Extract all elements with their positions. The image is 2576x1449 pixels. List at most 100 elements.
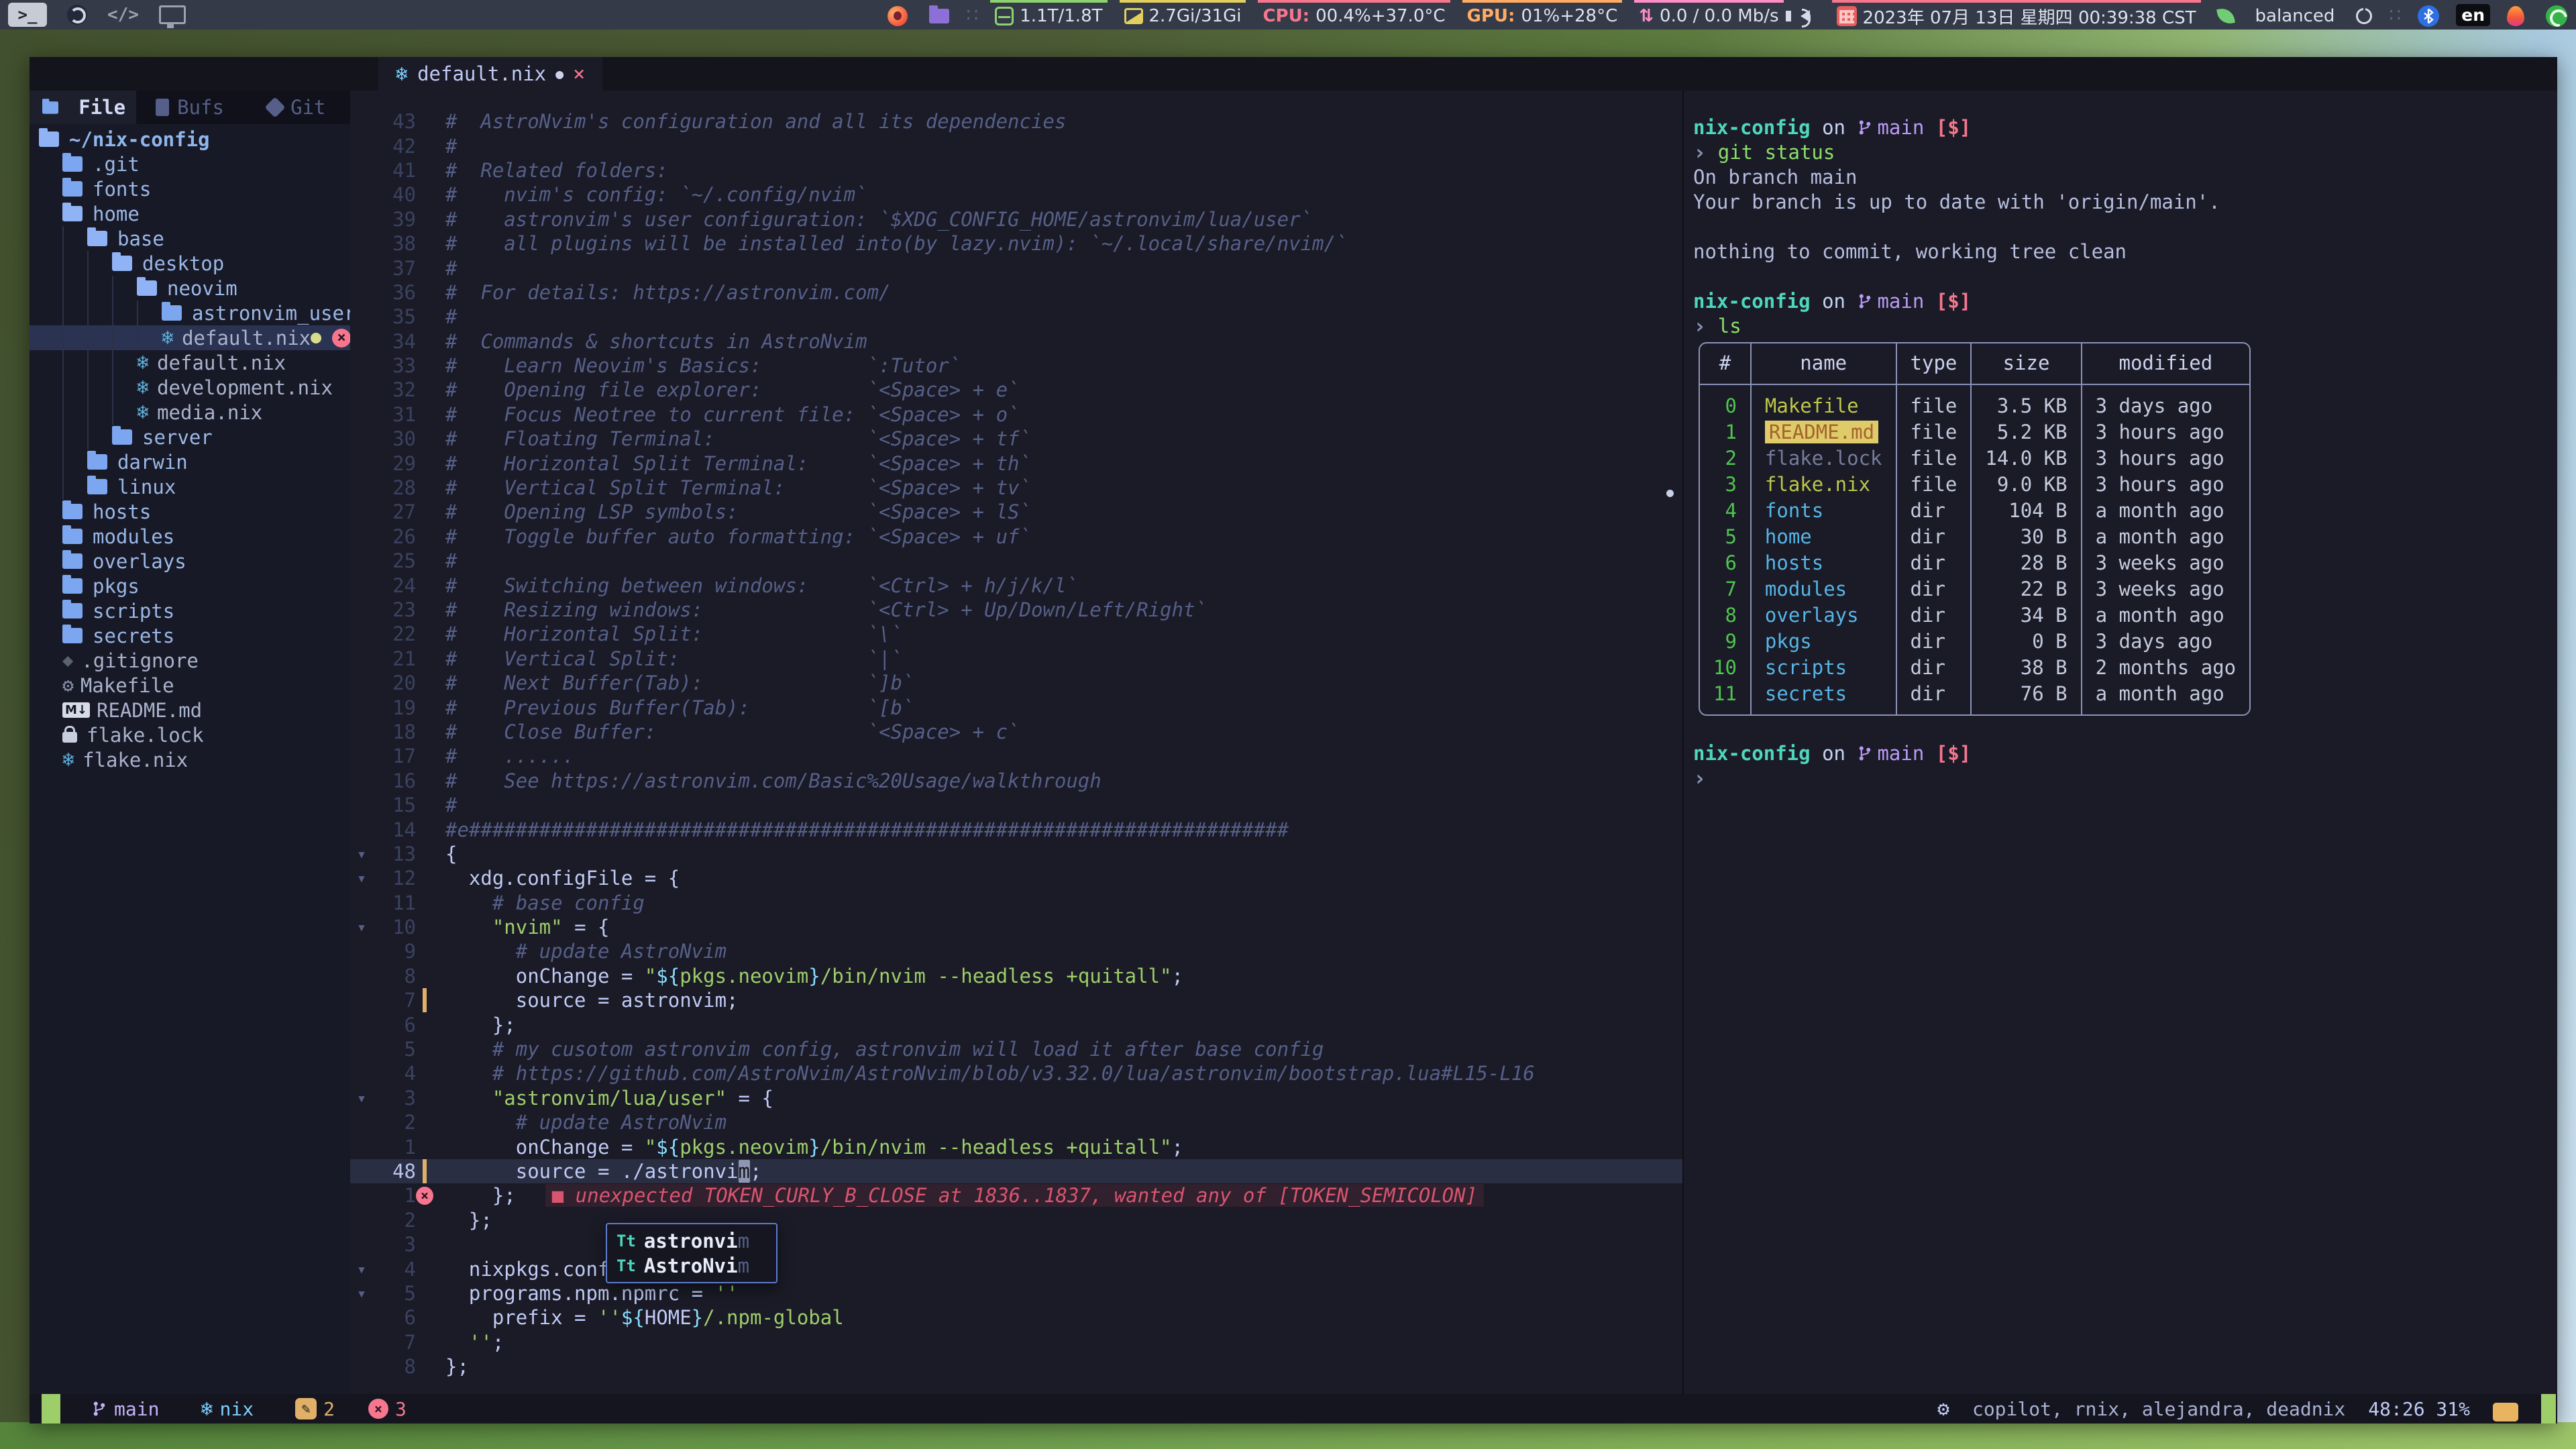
split-separator[interactable] [1682,91,1684,1394]
tree-item-modules[interactable]: modules [30,524,350,549]
disk-usage[interactable]: 1.1T/1.8T [990,0,1107,30]
tree-item-development.nix[interactable]: ❄development.nix [30,375,350,400]
buffer-tab-default-nix[interactable]: ❄ default.nix ● × [378,57,602,91]
code-line[interactable]: 41# Related folders: [350,158,1682,182]
code-line[interactable]: 37# [350,256,1682,280]
code-line[interactable]: ▾10 "nvim" = { [350,915,1682,939]
code-app-icon[interactable]: </> [107,5,139,25]
tree-item-default.nix[interactable]: ❄default.nix [30,350,350,375]
tree-item-server[interactable]: server [30,425,350,449]
tree-item-flake.lock[interactable]: flake.lock [30,722,350,747]
code-line[interactable]: 14#e####################################… [350,817,1682,841]
green-app-tray[interactable] [2541,0,2572,30]
tree-item-fonts[interactable]: fonts [30,176,350,201]
code-line[interactable]: 5 # my cusotom astronvim config, astronv… [350,1037,1682,1061]
code-line[interactable]: 38# all plugins will be installed into(b… [350,231,1682,256]
files-tray-icon[interactable] [924,0,954,30]
code-line[interactable]: 6 }; [350,1012,1682,1036]
code-line[interactable]: 20# Next Buffer(Tab): `]b` [350,671,1682,695]
code-line[interactable]: ▾4 nixpkgs.config [350,1256,1682,1281]
tree-item-Makefile[interactable]: ⚙Makefile [30,673,350,698]
tree-item---nix-config[interactable]: ~/nix-config [30,127,350,152]
tree-item-astronvim-user[interactable]: astronvim_user [30,301,350,325]
code-line[interactable]: 15# [350,793,1682,817]
code-line[interactable]: 35# [350,305,1682,329]
statusline-errors[interactable]: × 3 [368,1398,407,1420]
clock-widget[interactable]: 2023年 07月 13日 星期四 00:39:38 CST [1832,0,2201,30]
tree-item-scripts[interactable]: scripts [30,598,350,623]
code-line[interactable]: 36# For details: https://astronvim.com/ [350,280,1682,305]
tree-item-desktop[interactable]: desktop [30,251,350,276]
close-file-icon[interactable]: × [332,329,350,347]
code-line[interactable]: 32# Opening file explorer: `<Space> + e` [350,378,1682,402]
code-line[interactable]: 7 source = astronvim; [350,988,1682,1012]
completion-popup[interactable]: TtastronvimTtAstroNvim [606,1223,777,1283]
code-line[interactable]: 11 # base config [350,891,1682,915]
code-line[interactable]: 1× };■ unexpected TOKEN_CURLY_B_CLOSE at… [350,1183,1682,1208]
code-line[interactable]: ▾13{ [350,842,1682,866]
tree-item-home[interactable]: home [30,201,350,226]
code-line[interactable]: ▾5 programs.npm.npmrc = '' [350,1281,1682,1305]
tree-item-linux[interactable]: linux [30,474,350,499]
code-line[interactable]: 23# Resizing windows: `<Ctrl> + Up/Down/… [350,598,1682,622]
bluetooth-tray[interactable] [2413,0,2444,30]
volume-control[interactable] [1796,0,1820,30]
code-line[interactable]: 39# astronvim's user configuration: `$XD… [350,207,1682,231]
tree-item-.gitignore[interactable]: ◆.gitignore [30,648,350,673]
code-line[interactable]: 25# [350,549,1682,573]
code-line[interactable]: 28# Vertical Split Terminal: `<Space> + … [350,476,1682,500]
code-line[interactable]: 3 [350,1232,1682,1256]
tree-item-media.nix[interactable]: ❄media.nix [30,400,350,425]
terminal-pane[interactable]: nix-config on main [$] › git status On b… [1684,91,2557,1394]
statusline-modified[interactable]: ✎ 2 [295,1398,335,1420]
tree-item-.git[interactable]: .git [30,152,350,176]
tree-item-secrets[interactable]: secrets [30,623,350,648]
code-line[interactable]: 17# ...... [350,744,1682,768]
tree-item-hosts[interactable]: hosts [30,499,350,524]
memory-usage[interactable]: 2.7Gi/31Gi [1120,0,1246,30]
code-line[interactable]: 9 # update AstroNvim [350,939,1682,963]
code-line[interactable]: 1 onChange = "${pkgs.neovim}/bin/nvim --… [350,1134,1682,1159]
completion-item[interactable]: Ttastronvim [607,1228,776,1253]
code-line[interactable]: 26# Toggle buffer auto formatting: `<Spa… [350,525,1682,549]
code-line[interactable]: 18# Close Buffer: `<Space> + c` [350,720,1682,744]
code-line[interactable]: 43# AstroNvim's configuration and all it… [350,109,1682,133]
code-line[interactable]: 22# Horizontal Split: `\` [350,622,1682,646]
firefox-tray-icon[interactable] [883,0,912,30]
code-line[interactable]: 34# Commands & shortcuts in AstroNvim [350,329,1682,354]
code-line[interactable]: 8 onChange = "${pkgs.neovim}/bin/nvim --… [350,964,1682,988]
power-profile-widget[interactable] [2213,0,2239,30]
gpu-usage[interactable]: GPU: 01%+28°C [1462,0,1623,30]
code-line[interactable]: 30# Floating Terminal: `<Space> + tf` [350,427,1682,451]
tree-item-neovim[interactable]: neovim [30,276,350,301]
terminal-app-icon[interactable]: >_ [8,3,47,27]
browser-app-icon[interactable] [67,5,87,25]
code-line[interactable]: 27# Opening LSP symbols: `<Space> + lS` [350,500,1682,524]
code-line[interactable]: 42# [350,133,1682,158]
code-line[interactable]: 4 # https://github.com/AstroNvim/AstroNv… [350,1061,1682,1085]
code-line[interactable]: 48 source = ./astronvim; [350,1159,1682,1183]
code-line[interactable]: 6 prefix = ''${HOME}/.npm-global [350,1305,1682,1330]
code-line[interactable]: ▾3 "astronvim/lua/user" = { [350,1086,1682,1110]
keyboard-layout-indicator[interactable]: en [2456,4,2490,26]
code-line[interactable]: 19# Previous Buffer(Tab): `[b` [350,695,1682,719]
code-line[interactable]: 31# Focus Neotree to current file: `<Spa… [350,402,1682,427]
tree-item-base[interactable]: base [30,226,350,251]
close-tab-icon[interactable]: × [573,62,585,86]
statusline-git-branch[interactable]: main [91,1398,159,1420]
code-line[interactable]: 7 ''; [350,1330,1682,1354]
network-usage[interactable]: ⇅ 0.0 / 0.0 Mb/s [1634,0,1783,30]
tree-item-README.md[interactable]: M↓README.md [30,698,350,722]
code-editor[interactable]: 43# AstroNvim's configuration and all it… [350,91,1682,1394]
flame-tray[interactable] [2502,0,2529,30]
code-line[interactable]: 21# Vertical Split: `|` [350,647,1682,671]
tree-item-pkgs[interactable]: pkgs [30,574,350,598]
tree-item-flake.nix[interactable]: ❄flake.nix [30,747,350,772]
code-line[interactable]: 24# Switching between windows: `<Ctrl> +… [350,573,1682,597]
code-line[interactable]: 8}; [350,1354,1682,1379]
code-line[interactable]: 29# Horizontal Split Terminal: `<Space> … [350,451,1682,475]
neotree-tab-file[interactable]: File [30,91,136,124]
code-line[interactable]: 33# Learn Neovim's Basics: `:Tutor` [350,354,1682,378]
cpu-usage[interactable]: CPU: 00.4%+37.0°C [1258,0,1450,30]
neotree-tab-bufs[interactable]: Bufs [136,91,243,124]
